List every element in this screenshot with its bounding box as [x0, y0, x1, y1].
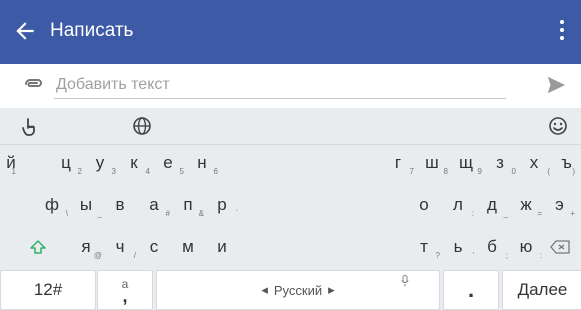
- key-label: л: [453, 195, 463, 214]
- key-label: ц: [61, 153, 71, 172]
- shift-icon: [30, 240, 46, 254]
- shift-key[interactable]: [16, 230, 60, 264]
- backspace-icon: [550, 240, 570, 254]
- globe-icon[interactable]: [132, 116, 152, 136]
- paperclip-icon[interactable]: [22, 76, 44, 92]
- key-label: д: [487, 195, 497, 214]
- keyboard: й1 ц2 у3 к4 е5 н6 г7 ш8 щ9 з0 х( ъ) ф \ ы…: [0, 108, 581, 310]
- key-hint: `: [235, 209, 238, 218]
- comma-key[interactable]: а ,: [97, 270, 153, 310]
- key-label: т: [420, 237, 428, 256]
- key-н[interactable]: н6: [180, 146, 224, 180]
- key-label: я: [81, 237, 91, 256]
- symbols-key[interactable]: 12#: [0, 270, 96, 310]
- enter-key[interactable]: Далее: [502, 270, 581, 310]
- keyboard-toolbar: [0, 108, 581, 145]
- key-hint: +: [570, 209, 575, 218]
- mic-icon: [401, 275, 409, 287]
- key-label: ,: [122, 286, 128, 306]
- key-label: ж: [520, 195, 532, 214]
- key-label: р: [217, 195, 227, 214]
- key-label: у: [95, 153, 105, 172]
- key-label: г: [394, 153, 402, 172]
- key-label: н: [197, 153, 207, 172]
- key-label: к: [130, 153, 138, 172]
- key-э[interactable]: э +: [538, 188, 581, 222]
- key-label: Далее: [517, 280, 568, 299]
- key-label: с: [149, 237, 159, 256]
- key-label: ф: [45, 195, 59, 214]
- key-label: м: [182, 237, 194, 256]
- message-input[interactable]: [54, 72, 506, 99]
- key-р[interactable]: р `: [200, 188, 244, 222]
- key-label: ч: [115, 237, 125, 256]
- compose-bar: [0, 64, 581, 108]
- send-icon[interactable]: [545, 74, 567, 96]
- more-vert-icon[interactable]: [559, 20, 565, 42]
- handwriting-icon[interactable]: [20, 116, 40, 136]
- key-label: о: [419, 195, 429, 214]
- key-label: ы: [79, 195, 93, 214]
- key-label: е: [163, 153, 173, 172]
- key-label: э: [555, 195, 564, 214]
- app-bar: Написать: [0, 0, 581, 64]
- space-right-arrow: ▸: [328, 282, 335, 297]
- arrow-left-icon[interactable]: [12, 18, 38, 44]
- key-й[interactable]: й1: [0, 146, 22, 180]
- key-label: ш: [425, 153, 439, 172]
- key-label: х: [529, 153, 539, 172]
- key-label: и: [217, 237, 227, 256]
- key-hint: 1: [11, 167, 16, 176]
- language-label: Русский: [273, 282, 323, 298]
- key-label: з: [496, 153, 504, 172]
- key-х[interactable]: х(: [512, 146, 556, 180]
- key-label: ь: [453, 237, 463, 256]
- key-hint: 6: [213, 167, 218, 176]
- backspace-key[interactable]: [540, 230, 580, 264]
- key-label: в: [115, 195, 125, 214]
- key-label: п: [183, 195, 193, 214]
- key-label: а: [149, 195, 159, 214]
- key-hint: (: [547, 167, 550, 176]
- key-label: ю: [519, 237, 533, 256]
- key-hint: ): [572, 167, 575, 176]
- key-ъ[interactable]: ъ): [552, 146, 581, 180]
- period-key[interactable]: .: [443, 270, 499, 310]
- key-label: б: [487, 237, 497, 256]
- key-label: .: [467, 277, 475, 302]
- space-key[interactable]: ◂ Русский ▸: [156, 270, 440, 310]
- key-label: ъ: [561, 153, 572, 172]
- page-title: Написать: [50, 20, 134, 41]
- space-left-arrow: ◂: [261, 282, 268, 297]
- key-и[interactable]: и: [200, 230, 244, 264]
- key-label: 12#: [33, 280, 63, 299]
- emoji-icon[interactable]: [548, 116, 568, 136]
- key-label: щ: [459, 153, 473, 172]
